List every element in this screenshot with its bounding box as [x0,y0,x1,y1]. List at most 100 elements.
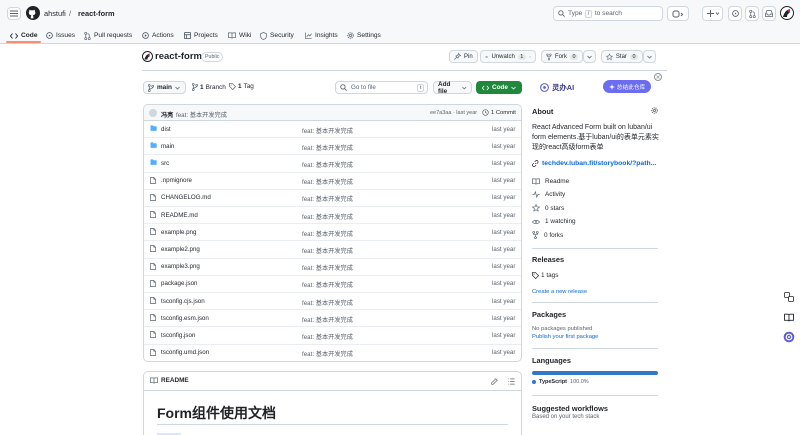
file-commit-message[interactable]: feat: 基本开发完成 [302,332,353,341]
branch-selector[interactable]: main [143,81,186,94]
add-file-button[interactable]: Add file [433,81,472,95]
activity-link[interactable]: Activity [532,191,565,198]
file-commit-message[interactable]: feat: 基本开发完成 [302,126,353,135]
commit-history-link[interactable]: 1 Commit [482,109,516,116]
commit-hash-time[interactable]: ee7a3aa · last year [430,110,477,116]
code-button[interactable]: Code [476,81,522,94]
pin-button[interactable]: Pin [449,50,478,63]
translate-button[interactable] [783,291,795,303]
tab-insights[interactable]: Insights [305,27,338,44]
file-row[interactable]: README.md feat: 基本开发完成 last year [144,207,521,225]
file-name[interactable]: src [161,160,169,167]
stars-link[interactable]: 0 stars [532,204,564,212]
file-commit-message[interactable]: feat: 基本开发完成 [302,177,353,186]
ai-assistant-button[interactable] [783,331,795,343]
homepage-link[interactable]: techdev.luban.fit/storybook/?path... [532,160,656,167]
tab-security[interactable]: Security [260,27,294,44]
releases-heading[interactable]: Releases [532,255,564,264]
create-release-link[interactable]: Create a new release [532,289,587,295]
pull-requests-button[interactable] [745,6,759,21]
file-commit-message[interactable]: feat: 基本开发完成 [302,349,353,358]
branches-link[interactable]: 1 Branch [192,83,226,91]
issues-button[interactable] [728,6,742,21]
file-commit-message[interactable]: feat: 基本开发完成 [302,280,353,289]
repo-link[interactable]: react-form [78,9,115,18]
file-row[interactable]: tsconfig.cjs.json feat: 基本开发完成 last year [144,293,521,311]
file-commit-message[interactable]: feat: 基本开发完成 [302,212,353,221]
tab-pull-requests[interactable]: Pull requests [84,27,132,44]
pencil-icon[interactable] [491,378,498,385]
inbox-button[interactable] [762,6,776,21]
commit-author[interactable]: 冯亮 [161,110,173,119]
search-input[interactable]: Type / to search [553,6,663,21]
file-name[interactable]: dist [161,126,171,133]
tab-actions[interactable]: Actions [142,27,174,44]
file-row[interactable]: CHANGELOG.md feat: 基本开发完成 last year [144,190,521,207]
file-name[interactable]: main [161,143,174,150]
file-name[interactable]: README.md [161,212,198,219]
language-item[interactable]: TypeScript 100.0% [532,379,589,385]
file-name[interactable]: example3.png [161,263,200,270]
file-commit-message[interactable]: feat: 基本开发完成 [302,143,353,152]
file-row[interactable]: src feat: 基本开发完成 last year [144,155,521,173]
star-dropdown[interactable] [643,50,656,63]
file-commit-message[interactable]: feat: 基本开发完成 [302,229,353,238]
packages-heading[interactable]: Packages [532,310,566,319]
file-name[interactable]: tsconfig.esm.json [161,315,209,322]
file-name[interactable]: .npmignore [161,177,192,184]
fork-dropdown[interactable] [583,50,596,63]
file-row[interactable]: .npmignore feat: 基本开发完成 last year [144,173,521,190]
fork-button[interactable]: Fork 0 [541,50,583,63]
reader-button[interactable] [783,311,795,323]
file-row[interactable]: tsconfig.umd.json feat: 基本开发完成 last year [144,345,521,361]
file-commit-message[interactable]: feat: 基本开发完成 [302,160,353,169]
user-avatar[interactable] [780,6,794,20]
file-commit-message[interactable]: feat: 基本开发完成 [302,298,353,307]
commit-message[interactable]: feat: 基本开发完成 [176,110,227,119]
tab-issues[interactable]: Issues [46,27,75,44]
tags-count-link[interactable]: 1 tags [532,272,558,279]
file-row[interactable]: dist feat: 基本开发完成 last year [144,121,521,139]
file-name[interactable]: CHANGELOG.md [161,194,211,201]
gear-icon[interactable] [651,107,658,114]
file-commit-message[interactable]: feat: 基本开发完成 [302,194,353,203]
readme-tab[interactable]: README [150,377,189,384]
file-name[interactable]: example2.png [161,246,200,253]
star-button[interactable]: Star 0 [601,50,643,63]
watchers-link[interactable]: 1 watching [532,218,576,225]
owner-link[interactable]: ahstufi [44,9,66,18]
file-commit-message[interactable]: feat: 基本开发完成 [302,246,353,255]
file-name[interactable]: tsconfig.umd.json [161,349,209,356]
go-to-file-input[interactable]: Go to file t [335,81,428,94]
tab-wiki[interactable]: Wiki [228,27,251,44]
file-row[interactable]: example3.png feat: 基本开发完成 last year [144,259,521,276]
publish-package-link[interactable]: Publish your first package [532,334,598,340]
tags-link[interactable]: 1 Tag [229,83,254,90]
file-name[interactable]: tsconfig.json [161,332,195,339]
file-row[interactable]: main feat: 基本开发完成 last year [144,138,521,156]
file-row[interactable]: example2.png feat: 基本开发完成 last year [144,241,521,259]
commit-author-avatar[interactable] [149,109,157,117]
file-row[interactable]: tsconfig.esm.json feat: 基本开发完成 last year [144,310,521,328]
repo-title[interactable]: react-form [155,51,202,62]
forks-link[interactable]: 0 forks [532,231,563,239]
tab-projects[interactable]: Projects [184,27,218,44]
tab-settings[interactable]: Settings [347,27,381,44]
file-name[interactable]: package.json [161,280,197,287]
file-name[interactable]: example.png [161,229,196,236]
file-commit-message[interactable]: feat: 基本开发完成 [302,315,353,324]
create-new-button[interactable] [702,6,723,21]
copilot-button[interactable] [667,6,689,21]
file-row[interactable]: example.png feat: 基本开发完成 last year [144,224,521,242]
file-row[interactable]: tsconfig.json feat: 基本开发完成 last year [144,327,521,345]
close-promo-button[interactable] [654,73,662,81]
file-commit-message[interactable]: feat: 基本开发完成 [302,263,353,272]
unwatch-button[interactable]: Unwatch 1 [480,50,536,63]
menu-button[interactable] [7,7,21,20]
file-row[interactable]: package.json feat: 基本开发完成 last year [144,276,521,293]
github-logo-icon[interactable] [26,6,40,20]
summarize-repo-button[interactable]: 总结此仓库 [603,80,651,93]
outline-list-icon[interactable] [508,378,515,385]
file-name[interactable]: tsconfig.cjs.json [161,298,205,305]
readme-link[interactable]: Readme [532,178,569,185]
